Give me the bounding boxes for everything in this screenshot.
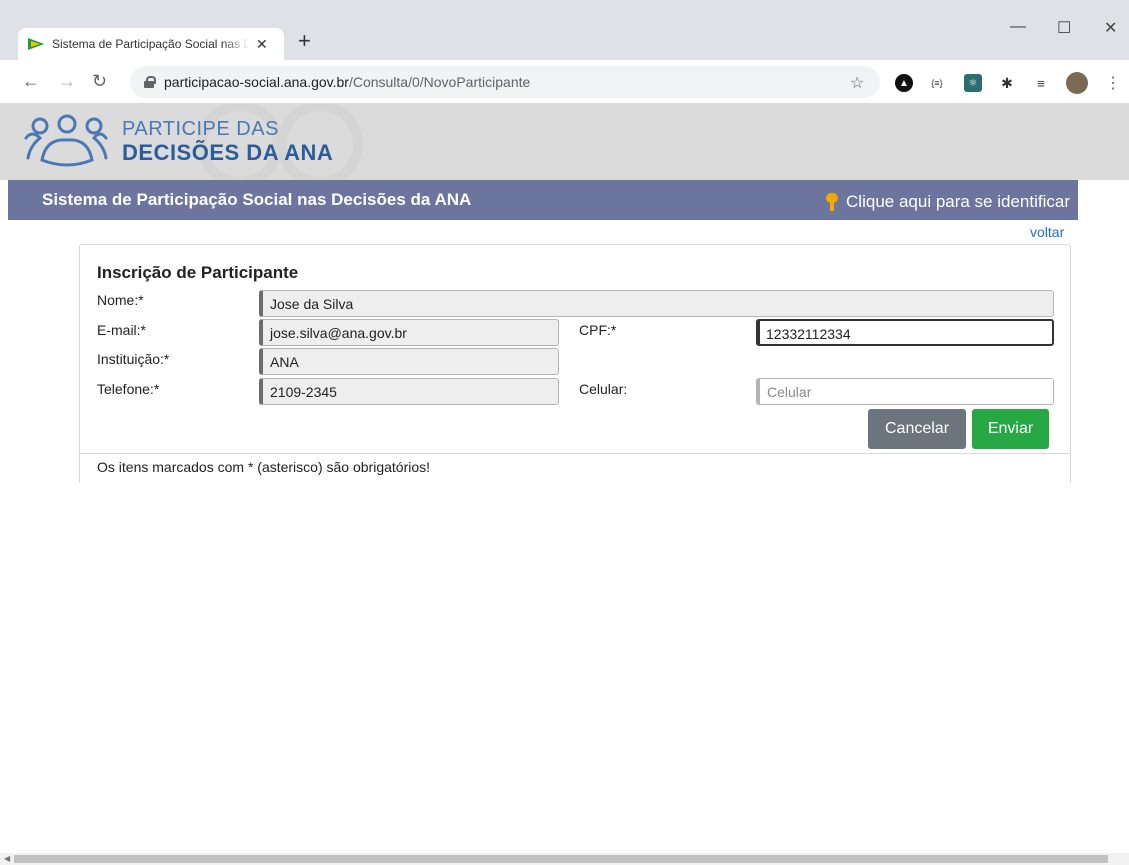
browser-menu-icon[interactable]: ⋮ <box>1104 74 1122 92</box>
instituicao-input[interactable]: ANA <box>259 348 559 375</box>
instituicao-label: Instituição:* <box>97 351 170 367</box>
horizontal-scrollbar[interactable]: ◀ <box>0 853 1129 865</box>
reload-icon[interactable]: ↻ <box>92 71 107 92</box>
new-tab-button[interactable]: + <box>298 30 311 52</box>
scroll-left-icon[interactable]: ◀ <box>4 854 10 863</box>
extension-react-icon[interactable]: ⚛ <box>964 74 982 92</box>
extension-a-icon[interactable]: ▲ <box>895 74 913 92</box>
telefone-label: Telefone:* <box>97 381 160 397</box>
cpf-input[interactable]: 12332112334 <box>756 319 1054 346</box>
login-link[interactable]: Clique aqui para se identificar <box>826 192 1070 212</box>
nome-label: Nome:* <box>97 292 144 308</box>
brazil-flag-icon <box>28 38 44 50</box>
site-header: PARTICIPE DAS DECISÕES DA ANA <box>0 104 1129 180</box>
bookmark-star-icon[interactable]: ☆ <box>850 73 864 93</box>
maximize-button[interactable]: ☐ <box>1057 18 1071 38</box>
minimize-button[interactable]: — <box>1010 18 1026 36</box>
form-footer: Os itens marcados com * (asterisco) são … <box>80 453 1070 484</box>
back-arrow-icon[interactable]: ← <box>22 71 40 92</box>
extension-json-icon[interactable]: {≡} <box>928 74 946 92</box>
tab-title: Sistema de Participação Social nas Decis… <box>52 37 250 51</box>
browser-tab-bar: Sistema de Participação Social nas Decis… <box>0 0 1129 60</box>
profile-avatar[interactable] <box>1066 72 1088 94</box>
scrollbar-thumb[interactable] <box>14 855 1108 863</box>
system-title-bar: Sistema de Participação Social nas Decis… <box>8 180 1078 220</box>
nome-input[interactable]: Jose da Silva <box>259 290 1054 317</box>
cpf-label: CPF:* <box>579 322 617 338</box>
browser-toolbar: ← → ↻ participacao-social.ana.gov.br/Con… <box>0 60 1129 104</box>
cancel-button[interactable]: Cancelar <box>868 409 966 449</box>
email-input[interactable]: jose.silva@ana.gov.br <box>259 319 559 346</box>
url-path: /Consulta/0/NovoParticipante <box>348 74 531 90</box>
logo-text-line1: PARTICIPE DAS <box>122 118 279 140</box>
submit-button[interactable]: Enviar <box>972 409 1049 449</box>
required-fields-note: Os itens marcados com * (asterisco) são … <box>97 459 431 475</box>
telefone-input[interactable]: 2109-2345 <box>259 378 559 405</box>
tab-close-icon[interactable]: ✕ <box>256 36 268 53</box>
email-label: E-mail:* <box>97 322 147 338</box>
form-title: Inscrição de Participante <box>97 263 299 282</box>
registration-form: Inscrição de Participante Nome:* Jose da… <box>79 244 1071 484</box>
celular-input[interactable]: Celular <box>756 378 1054 405</box>
system-title: Sistema de Participação Social nas Decis… <box>42 190 472 209</box>
celular-label: Celular: <box>579 381 628 397</box>
close-window-button[interactable]: ✕ <box>1104 18 1117 38</box>
reading-list-icon[interactable]: ≡ <box>1032 74 1050 92</box>
forward-arrow-icon[interactable]: → <box>58 71 76 92</box>
people-logo-icon <box>24 114 108 167</box>
extensions-puzzle-icon[interactable]: ✱ <box>998 74 1016 92</box>
lock-icon[interactable] <box>144 76 156 88</box>
key-icon <box>826 193 839 211</box>
url-host: participacao-social.ana.gov.br <box>164 74 349 90</box>
browser-tab[interactable]: Sistema de Participação Social nas Decis… <box>18 28 284 60</box>
logo-text-line2: DECISÕES DA ANA <box>122 140 334 165</box>
address-bar[interactable]: participacao-social.ana.gov.br/Consulta/… <box>130 66 880 98</box>
back-link[interactable]: voltar <box>1030 224 1064 240</box>
login-link-label: Clique aqui para se identificar <box>846 192 1070 211</box>
